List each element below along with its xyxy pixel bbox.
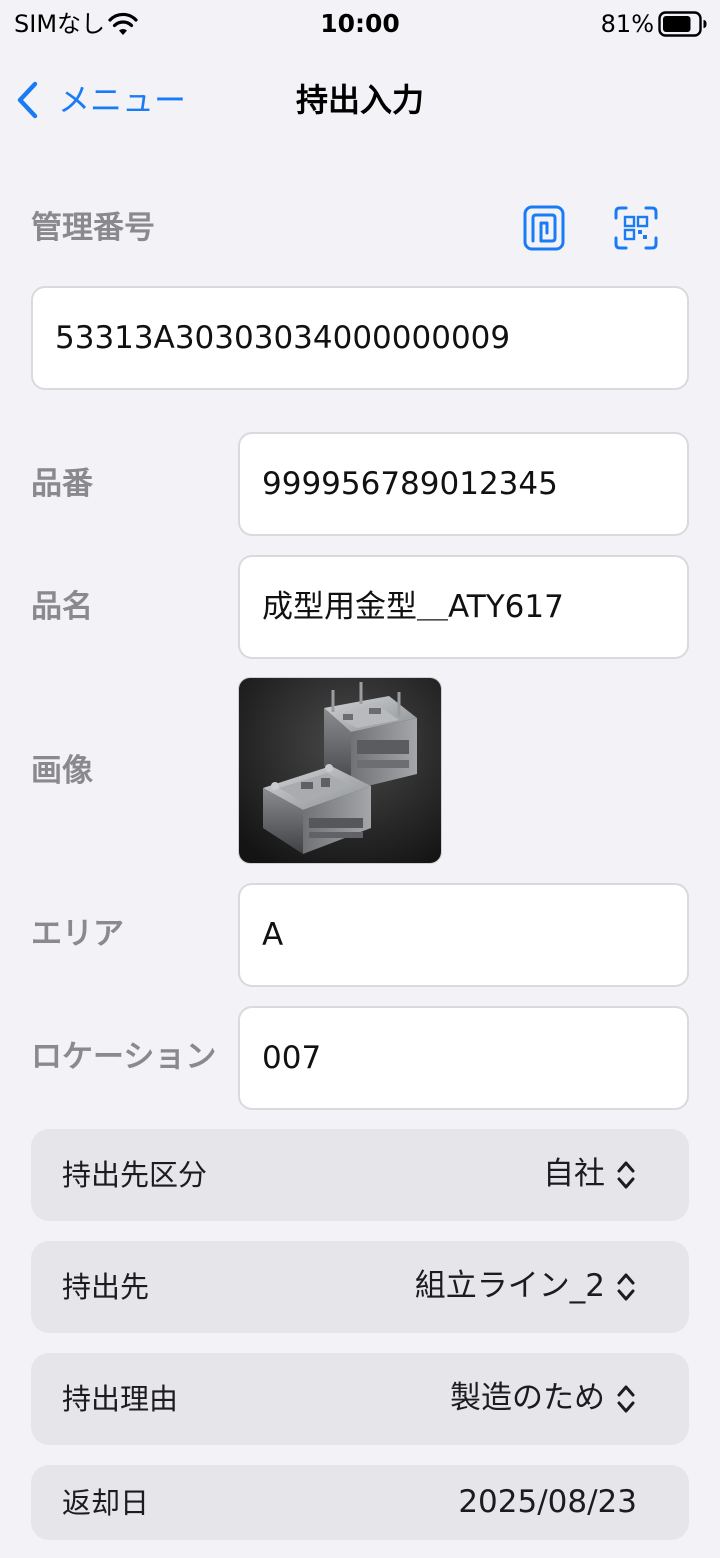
battery-percent: 81% (600, 10, 654, 38)
part-number-input[interactable]: 999956789012345 (238, 432, 689, 536)
location-input[interactable]: 007 (238, 1006, 689, 1110)
destination-value: 組立ライン_2 (414, 1268, 605, 1304)
status-bar: SIMなし 10:00 81% (0, 0, 720, 50)
reason-label: 持出理由 (62, 1382, 179, 1416)
return-date-row[interactable]: 返却日 2025/08/23 (31, 1465, 689, 1540)
image-label: 画像 (31, 753, 93, 789)
area-label: エリア (31, 916, 124, 952)
mold-photo[interactable] (238, 677, 442, 864)
navigation-bar: メニュー 持出入力 (0, 60, 720, 140)
management-number-input[interactable]: 53313A30303034000000009 (31, 286, 689, 390)
destination-type-label: 持出先区分 (62, 1158, 208, 1192)
part-name-label: 品名 (31, 589, 93, 625)
destination-type-picker[interactable]: 持出先区分 自社 (31, 1129, 689, 1221)
nfc-scan-icon[interactable] (520, 204, 568, 252)
destination-picker[interactable]: 持出先 組立ライン_2 (31, 1241, 689, 1333)
management-number-label: 管理番号 (31, 210, 155, 246)
battery-icon (658, 11, 707, 37)
reason-value: 製造のため (450, 1380, 605, 1416)
chevron-updown-icon (617, 1273, 635, 1301)
destination-label: 持出先 (62, 1270, 150, 1304)
mold-photo-illustration (239, 678, 441, 863)
location-label: ロケーション (31, 1039, 217, 1075)
return-date-value[interactable]: 2025/08/23 (458, 1481, 637, 1523)
return-date-label: 返却日 (62, 1486, 150, 1520)
part-number-label: 品番 (31, 466, 93, 502)
qr-scan-icon[interactable] (612, 204, 660, 252)
reason-picker[interactable]: 持出理由 製造のため (31, 1353, 689, 1445)
destination-type-value: 自社 (543, 1156, 605, 1192)
area-input[interactable]: A (238, 883, 689, 987)
page-title: 持出入力 (295, 81, 424, 119)
part-name-input[interactable]: 成型用金型＿ATY617 (238, 555, 689, 659)
chevron-updown-icon (617, 1161, 635, 1189)
chevron-updown-icon (617, 1385, 635, 1413)
